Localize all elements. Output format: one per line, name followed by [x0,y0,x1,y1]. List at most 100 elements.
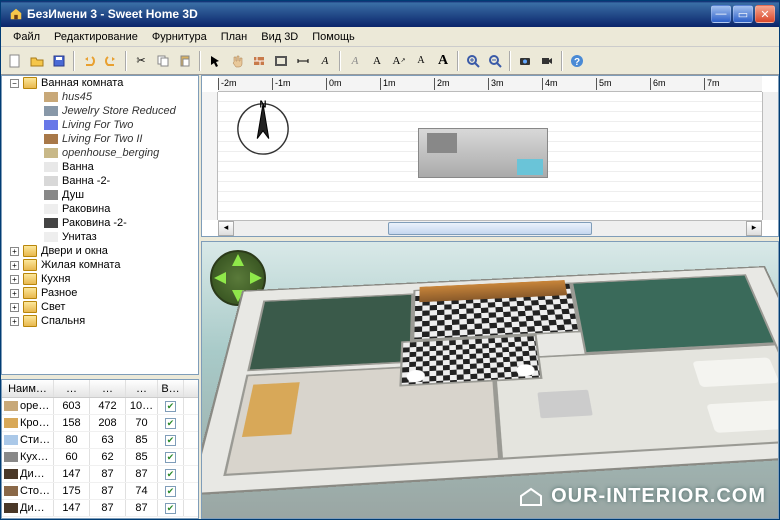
maximize-button[interactable]: ▭ [733,5,753,23]
copy-button[interactable] [153,51,173,71]
tree-category[interactable]: +Свет [2,300,198,314]
visible-checkbox[interactable]: ✔ [165,435,176,446]
title-bar[interactable]: БезИмени 3 - Sweet Home 3D — ▭ ✕ [1,1,779,27]
text-style-4[interactable]: A [411,51,431,71]
cut-button[interactable]: ✂ [131,51,151,71]
paste-button[interactable] [175,51,195,71]
visible-checkbox[interactable]: ✔ [165,418,176,429]
visible-checkbox[interactable]: ✔ [165,401,176,412]
expand-icon[interactable]: + [10,261,19,270]
new-file-button[interactable] [5,51,25,71]
col-depth[interactable]: … [90,380,126,397]
view-3d[interactable]: OUR-INTERIOR.COM [201,241,779,519]
plan-view-2d[interactable]: -2m-1m0m1m2m3m4m5m6m7m N ◂ [201,75,779,237]
tree-item[interactable]: Living For Two [2,118,198,132]
wall-tool[interactable] [249,51,269,71]
open-file-button[interactable] [27,51,47,71]
tree-item[interactable]: Ванна -2- [2,174,198,188]
collapse-icon[interactable]: − [10,79,19,88]
expand-icon[interactable]: + [10,247,19,256]
cell-name: Ди… [20,468,45,480]
table-row[interactable]: Ди…1478787✔ [2,500,198,517]
expand-icon[interactable]: + [10,317,19,326]
menu-view3d[interactable]: Вид 3D [255,29,304,45]
menu-furniture[interactable]: Фурнитура [146,29,213,45]
table-row[interactable]: оре…60347210…✔ [2,398,198,415]
ruler-tick: -1m [272,78,291,90]
watermark-text: OUR-INTERIOR.COM [551,485,766,508]
tree-item[interactable]: Раковина -2- [2,216,198,230]
cell-h: 74 [126,483,158,499]
table-body: оре…60347210…✔Кро…15820870✔Сти…806385✔Ку… [2,398,198,518]
expand-icon[interactable]: + [10,275,19,284]
table-row[interactable]: Сти…806385✔ [2,432,198,449]
scroll-thumb[interactable] [388,222,593,235]
tree-category[interactable]: +Жилая комната [2,258,198,272]
table-row[interactable]: Ди…1478787✔ [2,466,198,483]
text-tool[interactable]: A [315,51,335,71]
close-button[interactable]: ✕ [755,5,775,23]
col-width[interactable]: … [54,380,90,397]
tree-category[interactable]: +Кухня [2,272,198,286]
zoom-in-button[interactable] [463,51,483,71]
tree-item[interactable]: Living For Two II [2,132,198,146]
minimize-button[interactable]: — [711,5,731,23]
redo-button[interactable] [101,51,121,71]
tree-item[interactable]: Душ [2,188,198,202]
plan-canvas[interactable]: N [218,92,762,220]
text-style-1[interactable]: A [345,51,365,71]
plan-mini-model [418,128,548,178]
col-height[interactable]: … [126,380,158,397]
tree-item[interactable]: Jewelry Store Reduced [2,104,198,118]
pointer-tool[interactable] [205,51,225,71]
help-button[interactable]: ? [567,51,587,71]
tree-category[interactable]: +Двери и окна [2,244,198,258]
menu-plan[interactable]: План [215,29,254,45]
tree-item[interactable]: Ванна [2,160,198,174]
visible-checkbox[interactable]: ✔ [165,452,176,463]
visible-checkbox[interactable]: ✔ [165,503,176,514]
row-icon [4,503,18,513]
tree-item[interactable]: hus45 [2,90,198,104]
nav-right[interactable] [250,272,262,284]
menu-help[interactable]: Помощь [306,29,361,45]
expand-icon[interactable]: + [10,289,19,298]
table-row[interactable]: Кро…15820870✔ [2,415,198,432]
tree-category[interactable]: +Спальня [2,314,198,328]
nav-up[interactable] [232,254,244,266]
nav-left[interactable] [214,272,226,284]
scroll-track[interactable] [234,221,746,236]
tree-category-open[interactable]: −Ванная комната [2,76,198,90]
save-button[interactable] [49,51,69,71]
undo-button[interactable] [79,51,99,71]
dimension-tool[interactable] [293,51,313,71]
tree-category[interactable]: +Разное [2,286,198,300]
zoom-out-button[interactable] [485,51,505,71]
text-style-2[interactable]: A [367,51,387,71]
scroll-right-button[interactable]: ▸ [746,221,762,236]
scrollbar-vertical[interactable] [762,92,778,220]
record-button[interactable] [537,51,557,71]
tree-item[interactable]: openhouse_berging [2,146,198,160]
col-name[interactable]: Наим… [2,380,54,397]
tree-item[interactable]: Раковина [2,202,198,216]
menu-edit[interactable]: Редактирование [48,29,144,45]
visible-checkbox[interactable]: ✔ [165,486,176,497]
room-tool[interactable] [271,51,291,71]
expand-icon[interactable]: + [10,303,19,312]
pan-tool[interactable] [227,51,247,71]
col-visible[interactable]: В… [158,380,184,397]
table-row[interactable]: Кух…606285✔ [2,449,198,466]
row-icon [4,486,18,496]
furniture-tree[interactable]: −Ванная комната hus45 Jewelry Store Redu… [1,75,199,375]
furniture-table[interactable]: Наим… … … … В… оре…60347210…✔Кро…1582087… [1,379,199,519]
table-row[interactable]: Сто…1758774✔ [2,483,198,500]
camera-button[interactable] [515,51,535,71]
text-style-5[interactable]: A [433,51,453,71]
scrollbar-horizontal[interactable]: ◂ ▸ [218,220,762,236]
visible-checkbox[interactable]: ✔ [165,469,176,480]
text-style-3[interactable]: A↗ [389,51,409,71]
menu-file[interactable]: Файл [7,29,46,45]
scroll-left-button[interactable]: ◂ [218,221,234,236]
tree-item[interactable]: Унитаз [2,230,198,244]
